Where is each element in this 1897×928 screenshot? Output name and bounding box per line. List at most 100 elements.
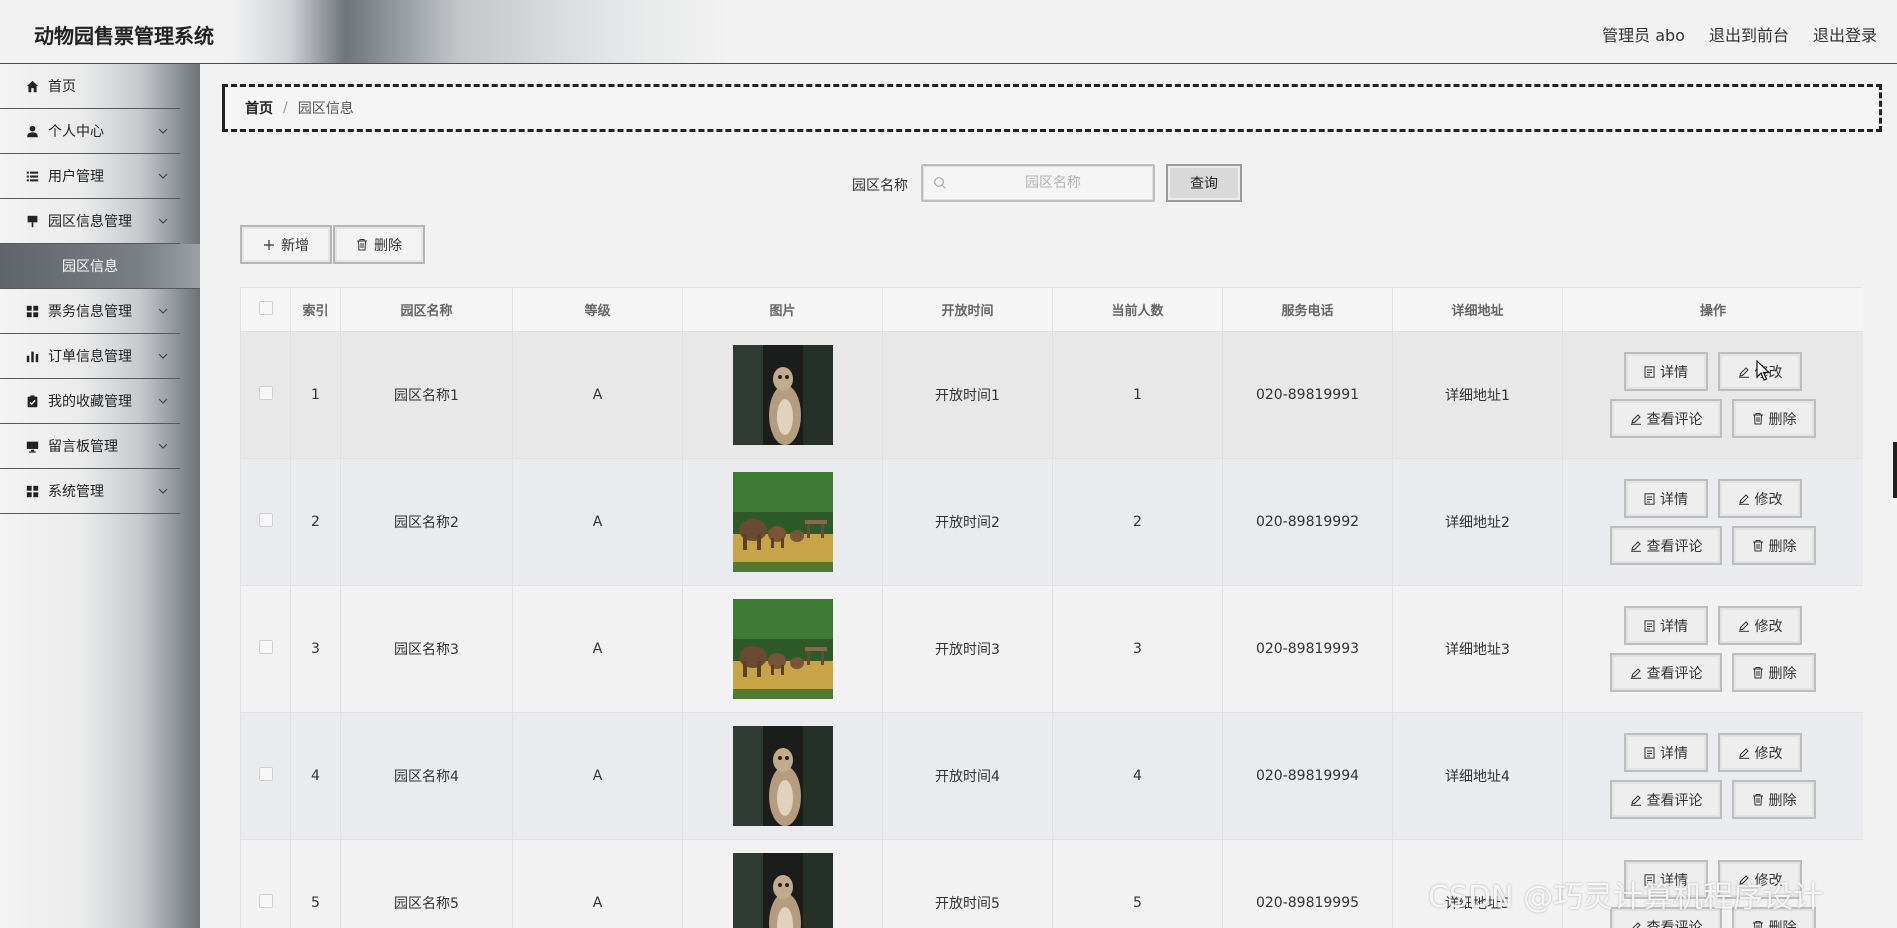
bar-chart-icon (24, 348, 40, 364)
actions-cell: 详情 修改查看评论 删除 (1562, 585, 1863, 713)
row-checkbox[interactable] (258, 767, 273, 781)
trash-icon (357, 239, 367, 251)
clipboard-check-icon (24, 393, 40, 409)
sidebar-item-favorites-management[interactable]: 我的收藏管理 (0, 379, 180, 424)
sidebar-subitem-park-info[interactable]: 园区信息 (0, 244, 200, 289)
detail-button[interactable]: 详情 (1624, 606, 1708, 645)
delete-button[interactable]: 删除 (1732, 653, 1816, 692)
sidebar-item-park-info-management[interactable]: 园区信息管理 (0, 199, 180, 244)
trash-icon (1752, 667, 1763, 679)
image-cell (682, 712, 883, 840)
edit-icon (1631, 921, 1641, 928)
phone-cell: 020-89819995 (1222, 839, 1393, 928)
view-reviews-button[interactable]: 查看评论 (1610, 653, 1722, 692)
delete-label: 删除 (1768, 538, 1797, 555)
row-select-cell[interactable] (240, 839, 291, 928)
detail-button[interactable]: 详情 (1624, 860, 1708, 899)
row-checkbox[interactable] (258, 894, 273, 908)
delete-button[interactable]: 删除 (1732, 780, 1816, 819)
sidebar: 首页 个人中心 用户管理 园区信息管理 园区信息 票务信息管理 订单信息管理 我… (0, 64, 200, 928)
image-cell (682, 839, 883, 928)
edit-button[interactable]: 修改 (1718, 479, 1802, 518)
column-header: 详细地址 (1392, 287, 1563, 332)
elephants-photo (732, 472, 833, 572)
row-select-cell[interactable] (240, 712, 291, 840)
search-label: 园区名称 (852, 178, 908, 194)
scrollbar[interactable] (1893, 442, 1897, 498)
row-select-cell[interactable] (240, 458, 291, 586)
search-input[interactable] (953, 166, 1153, 200)
sidebar-item-label: 首页 (48, 79, 76, 95)
detail-label: 详情 (1660, 618, 1688, 635)
view-reviews-button[interactable]: 查看评论 (1610, 526, 1722, 565)
document-icon (1644, 492, 1655, 505)
batch-delete-button[interactable]: 删除 (333, 225, 425, 264)
delete-label: 删除 (1768, 411, 1797, 428)
index-cell: 1 (290, 331, 341, 459)
sidebar-item-personal-center[interactable]: 个人中心 (0, 109, 180, 154)
breadcrumb: 首页 / 园区信息 (222, 84, 1882, 132)
sidebar-item-order-management[interactable]: 订单信息管理 (0, 334, 180, 379)
elephants-photo (732, 599, 833, 699)
park-name-cell: 园区名称1 (340, 331, 513, 459)
edit-icon (1738, 874, 1749, 886)
select-all-checkbox[interactable] (258, 300, 273, 315)
column-header: 操作 (1562, 287, 1863, 332)
add-button-label: 新增 (281, 237, 309, 254)
select-all-cell[interactable] (240, 287, 291, 332)
detail-button[interactable]: 详情 (1624, 479, 1708, 518)
sign-icon (24, 213, 40, 229)
sidebar-item-system-management[interactable]: 系统管理 (0, 469, 180, 514)
logout-link[interactable]: 退出登录 (1813, 22, 1877, 46)
row-checkbox[interactable] (258, 513, 273, 527)
park-info-table: 索引 园区名称 等级 图片 开放时间 当前人数 服务电话 详细地址 操作 1 园区… (240, 287, 1863, 928)
row-select-cell[interactable] (240, 331, 291, 459)
query-button[interactable]: 查询 (1166, 164, 1242, 202)
address-cell: 详细地址1 (1392, 331, 1563, 459)
delete-button[interactable]: 删除 (1732, 907, 1816, 928)
sidebar-item-label: 票务信息管理 (48, 304, 132, 320)
phone-cell: 020-89819993 (1222, 585, 1393, 713)
park-name-cell: 园区名称3 (340, 585, 513, 713)
edit-label: 修改 (1754, 491, 1783, 508)
park-name-cell: 园区名称4 (340, 712, 513, 840)
sidebar-item-ticket-management[interactable]: 票务信息管理 (0, 289, 180, 334)
breadcrumb-home[interactable]: 首页 (245, 98, 273, 118)
delete-button[interactable]: 删除 (1732, 526, 1816, 565)
actions-cell: 详情 修改查看评论 删除 (1562, 458, 1863, 586)
exit-to-front-link[interactable]: 退出到前台 (1709, 22, 1789, 46)
sidebar-item-user-management[interactable]: 用户管理 (0, 154, 180, 199)
view-reviews-label: 查看评论 (1646, 792, 1703, 809)
grid-icon (24, 303, 40, 319)
row-checkbox[interactable] (258, 640, 273, 654)
open-time-cell: 开放时间4 (882, 712, 1053, 840)
edit-button[interactable]: 修改 (1718, 733, 1802, 772)
row-select-cell[interactable] (240, 585, 291, 713)
view-reviews-button[interactable]: 查看评论 (1610, 907, 1722, 928)
edit-button[interactable]: 修改 (1718, 606, 1802, 645)
sidebar-item-message-board-management[interactable]: 留言板管理 (0, 424, 180, 469)
list-icon (24, 168, 40, 184)
edit-icon (1630, 540, 1641, 552)
column-header: 索引 (290, 287, 341, 332)
row-checkbox[interactable] (258, 386, 273, 400)
view-reviews-button[interactable]: 查看评论 (1610, 780, 1722, 819)
search-field[interactable] (921, 164, 1155, 202)
detail-label: 详情 (1660, 491, 1688, 508)
delete-button[interactable]: 删除 (1732, 399, 1816, 438)
add-button[interactable]: 新增 (240, 225, 332, 264)
breadcrumb-current: 园区信息 (297, 101, 354, 117)
admin-user-label[interactable]: 管理员 abo (1602, 22, 1685, 46)
edit-label: 修改 (1754, 872, 1783, 889)
sidebar-item-home[interactable]: 首页 (0, 64, 180, 109)
level-cell: A (512, 331, 683, 459)
chevron-down-icon (158, 308, 168, 314)
current-count-cell: 1 (1052, 331, 1223, 459)
detail-button[interactable]: 详情 (1624, 733, 1708, 772)
view-reviews-button[interactable]: 查看评论 (1610, 399, 1722, 438)
detail-button[interactable]: 详情 (1624, 352, 1708, 391)
edit-button[interactable]: 修改 (1718, 860, 1802, 899)
phone-cell: 020-89819994 (1222, 712, 1393, 840)
detail-label: 详情 (1660, 364, 1688, 381)
document-icon (1644, 746, 1655, 759)
